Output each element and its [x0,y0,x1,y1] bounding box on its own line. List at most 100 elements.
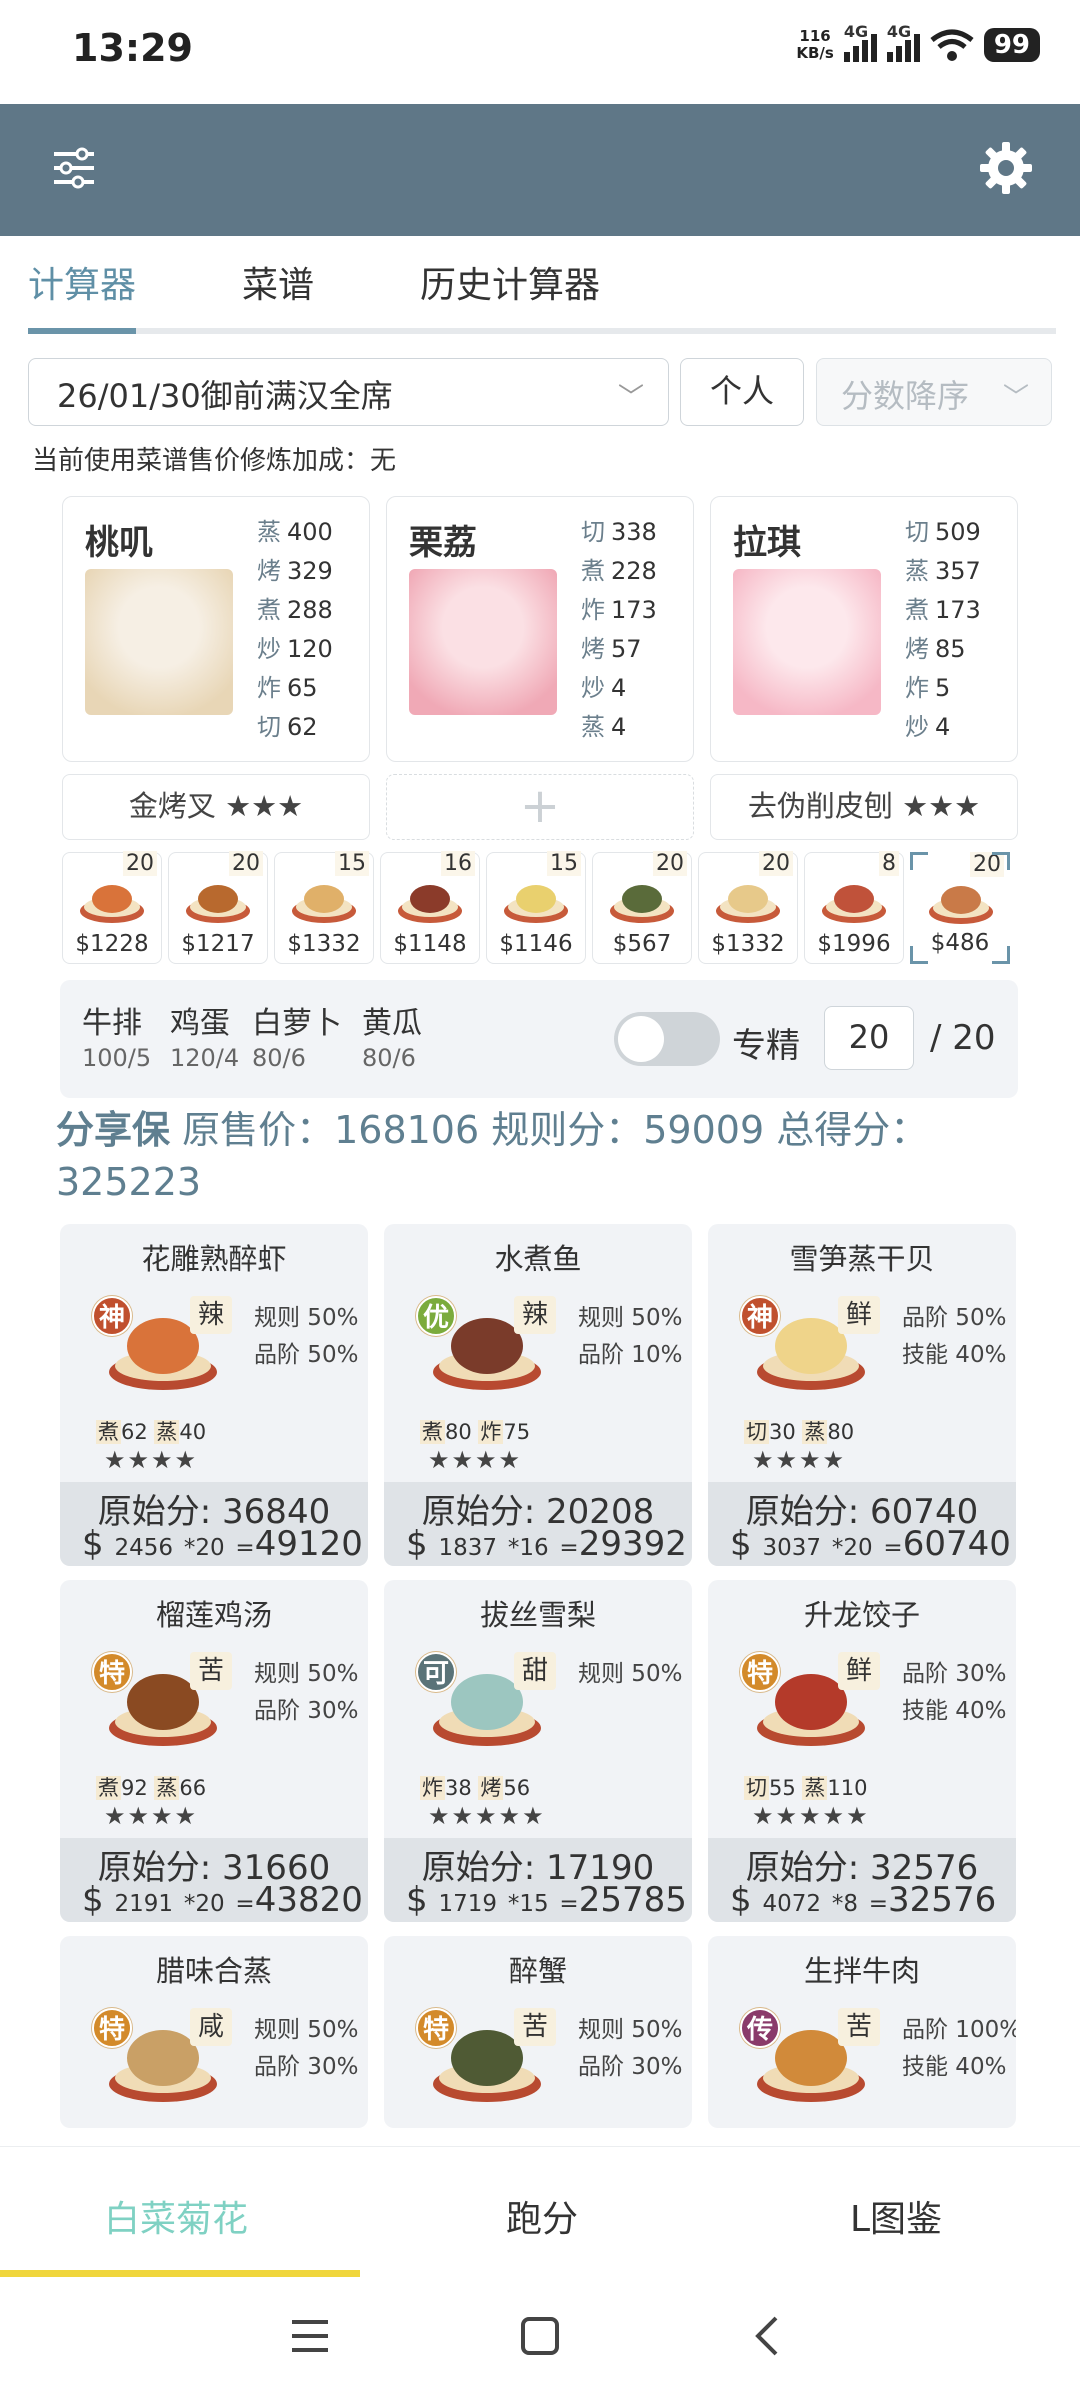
recipe-slot[interactable]: 20 $1228 [62,851,162,964]
equipment-slot[interactable]: 金烤叉 ★★★ [62,774,370,840]
grade-badge: 神 [740,1296,780,1336]
tab-recipes[interactable]: 菜谱 [242,256,314,308]
price-calc: $ 1719 *15 =25785 [406,1880,687,1920]
recipe-skills: 炸38 烤56 [420,1776,531,1800]
grade-badge: 可 [416,1652,456,1692]
recipe-slot[interactable]: 20 $1332 [698,851,798,964]
recipe-count: 20 [653,851,687,876]
specialize-label: 专精 [732,1026,800,1066]
chef-skill: 炸5 [905,674,951,702]
flavor-tag: 咸 [190,2008,232,2046]
flavor-tag: 苦 [190,1652,232,1690]
dish-icon [398,885,462,923]
dish-icon [504,885,568,923]
home-icon[interactable] [520,2316,560,2356]
recent-apps-icon[interactable] [290,2318,330,2354]
ingredient-name: 白萝卜 [252,1006,342,1041]
recipe-title: 花雕熟醉虾 [141,1242,287,1276]
tab-calculator[interactable]: 计算器 [28,256,136,308]
add-equipment-button[interactable]: + [386,774,694,840]
quantity-input[interactable]: 20 [824,1006,914,1070]
price-calc: $ 2456 *20 =49120 [82,1524,363,1564]
recipe-slot[interactable]: 16 $1148 [380,851,480,964]
dish-icon [80,885,144,923]
chef-card[interactable]: 栗荔 切 338 煮 228 炸 173 烤 57 炒 4 蒸 4 [386,496,694,762]
recipe-card[interactable]: 榴莲鸡汤特 苦规则 50% 品阶 30% 煮92 蒸66 ★★★★ 原始分: 3166… [60,1580,368,1922]
tab-history[interactable]: 历史计算器 [420,256,600,308]
chef-skill: 切 62 [257,713,318,741]
rule-dropdown[interactable]: 26/01/30御前满汉全席 ﹀ [28,358,669,426]
recipe-title: 榴莲鸡汤 [155,1598,272,1632]
dish-icon [610,885,674,923]
recipe-slot[interactable]: 15 $1146 [486,851,586,964]
recipe-card[interactable]: 生拌牛肉传 苦品阶 100% 技能 40% [708,1936,1016,2128]
selection-bracket [910,852,928,870]
equipment-slot[interactable]: 去伪削皮刨 ★★★ [710,774,1018,840]
buff-item: 技能 40% [902,1698,1007,1724]
recipe-title: 醉蟹 [508,1954,567,1988]
recipe-price: $1217 [181,931,255,957]
dish-icon [186,885,250,923]
gear-icon[interactable] [978,140,1034,196]
chef-skill: 煮 173 [905,596,981,624]
recipe-skills: 切55 蒸110 [744,1776,868,1800]
dish-icon [716,885,780,923]
recipe-skills: 切30 蒸80 [744,1420,855,1444]
sort-dropdown[interactable]: 分数降序 ﹀ [816,358,1052,426]
recipe-price: $1146 [499,931,573,957]
buff-list: 规则 50% 品阶 30% [254,1656,358,1730]
battery-icon: 99 [983,28,1040,62]
recipe-slot[interactable]: 8 $1996 [804,851,904,964]
recipe-slot[interactable]: 20 $1217 [168,851,268,964]
ingredient-name: 鸡蛋 [170,1006,230,1041]
recipe-slot[interactable]: 20 $567 [592,851,692,964]
recipe-card[interactable]: 水煮鱼优 辣规则 50% 品阶 10% 煮80 炸75 ★★★★ 原始分: 20208… [384,1224,692,1566]
status-icons: 116 KB/s 4G 4G 99 [796,22,1040,62]
chef-skill: 切 338 [581,518,657,546]
quantity-max: / 20 [930,1018,996,1058]
recipe-stars: ★★★★ [104,1446,199,1474]
nav-tujian[interactable]: L图鉴 [850,2190,942,2242]
buff-list: 品阶 50% 技能 40% [902,1300,1006,1374]
recipe-card[interactable]: 醉蟹特 苦规则 50% 品阶 30% [384,1936,692,2128]
chef-avatar [409,569,557,715]
chef-card[interactable]: 拉琪 切 509 蒸 357 煮 173 烤 85 炸 5 炒 4 [710,496,1018,762]
chef-skill: 炒4 [905,713,951,741]
ingredient-qty: 100/5 [82,1044,152,1072]
specialize-toggle[interactable] [614,1012,720,1066]
grade-badge: 优 [416,1296,456,1336]
signal-icon: 4G [886,22,920,62]
recipe-card[interactable]: 拔丝雪梨可 甜规则 50% 炸38 烤56 ★★★★★ 原始分: 17190 $ 1… [384,1580,692,1922]
filter-menu-icon[interactable] [52,146,96,190]
grade-badge: 特 [92,2008,132,2048]
nav-baicai[interactable]: 白菜菊花 [104,2190,248,2242]
nav-paofen[interactable]: 跑分 [506,2190,578,2242]
chevron-down-icon: ﹀ [617,383,644,413]
recipe-slot[interactable]: 20 $486 [910,852,1010,964]
selection-bracket [910,946,928,964]
buff-item: 品阶 30% [254,1698,359,1724]
dish-icon [292,885,356,923]
buff-list: 规则 50% 品阶 10% [578,1300,682,1374]
recipe-card[interactable]: 雪笋蒸干贝神 鲜品阶 50% 技能 40% 切30 蒸80 ★★★★ 原始分: 607… [708,1224,1016,1566]
score-summary: 分享保 原售价：168106 规则分：59009 总得分：325223 [56,1108,929,1204]
tab-divider [28,328,1056,334]
flavor-tag: 辣 [514,1296,556,1334]
ingredient-qty: 80/6 [362,1044,416,1072]
back-icon[interactable] [752,2316,782,2356]
chef-card[interactable]: 桃叽 蒸 400 烤 329 煮 288 炒 120 炸 65 切 62 [62,496,370,762]
recipe-count: 15 [547,851,581,876]
personal-button[interactable]: 个人 [680,358,804,426]
recipe-card[interactable]: 腊味合蒸特 咸规则 50% 品阶 30% [60,1936,368,2128]
recipe-card[interactable]: 升龙饺子特 鲜品阶 30% 技能 40% 切55 蒸110 ★★★★★ 原始分: 32… [708,1580,1016,1922]
recipe-stars: ★★★★ [752,1446,847,1474]
buff-item: 品阶 10% [578,1342,683,1368]
price-calc: $ 2191 *20 =43820 [82,1880,363,1920]
recipe-slot[interactable]: 15 $1332 [274,851,374,964]
recipe-title: 腊味合蒸 [155,1954,272,1988]
recipe-card[interactable]: 花雕熟醉虾神 辣规则 50% 品阶 50% 煮62 蒸40 ★★★★ 原始分: 368… [60,1224,368,1566]
app-bar [0,104,1080,236]
recipe-count: 20 [759,851,793,876]
recipe-price: $1332 [287,931,361,957]
buff-item: 规则 50% [254,1661,359,1687]
